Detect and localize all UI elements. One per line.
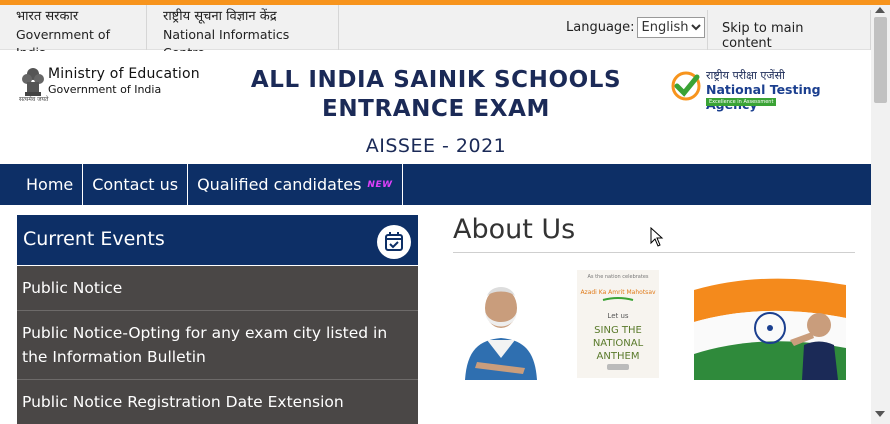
site-header: Ministry of Education Government of Indi…: [0, 51, 871, 164]
tricolour-flag-image: [694, 270, 846, 380]
gov-hindi-label: भारत सरकार: [16, 9, 79, 24]
nav-qualified-candidates[interactable]: Qualified candidates NEW: [188, 164, 403, 205]
prime-minister-photo: [457, 270, 545, 380]
emblem-motto: सत्यमेव जयते: [19, 96, 49, 103]
scrollbar-thumb[interactable]: [874, 17, 887, 103]
poster-line3: Let us: [607, 312, 628, 320]
current-events-panel: Current Events Public Notice Public Noti…: [17, 215, 418, 424]
about-divider: [453, 252, 855, 253]
poster-line5: NATIONAL: [593, 338, 644, 349]
exam-title-line2: ENTRANCE EXAM: [322, 96, 550, 122]
poster-line6: ANTHEM: [597, 351, 640, 362]
ministry-name: Ministry of Education: [48, 66, 200, 82]
about-us-title: About Us: [453, 214, 576, 245]
main-nav: Home Contact us Qualified candidates NEW: [0, 164, 871, 205]
current-events-title: Current Events: [23, 228, 165, 250]
nav-home[interactable]: Home: [0, 164, 84, 205]
scroll-down-arrow-icon[interactable]: [875, 411, 885, 417]
event-item[interactable]: Public Notice Registration Date Extensio…: [17, 380, 418, 424]
national-anthem-poster: As the nation celebrates Azadi Ka Amrit …: [577, 270, 659, 378]
poster-line4: SING THE: [594, 325, 642, 336]
mouse-pointer-icon: [650, 227, 664, 247]
poster-line2: Azadi Ka Amrit Mahotsav: [580, 289, 656, 296]
exam-title-line1: ALL INDIA SAINIK SCHOOLS: [250, 67, 622, 93]
nta-english-name: National Testing Agency: [706, 82, 821, 112]
nic-link[interactable]: राष्ट्रीय सूचना विज्ञान केंद्र National …: [147, 5, 339, 60]
poster-line1: As the nation celebrates: [587, 274, 648, 280]
nta-hindi-name: राष्ट्रीय परीक्षा एजेंसी: [706, 69, 785, 82]
skip-to-main-link[interactable]: Skip to main content: [707, 10, 871, 51]
nav-home-label: Home: [26, 175, 74, 194]
government-bar: भारत सरकार Government of India राष्ट्रीय…: [0, 5, 871, 60]
nta-tagline: Excellence in Assessment: [706, 98, 777, 106]
nav-qualified-label: Qualified candidates: [197, 175, 362, 194]
event-item[interactable]: Public Notice: [17, 266, 418, 311]
page-scrollbar[interactable]: [871, 5, 890, 424]
event-item[interactable]: Public Notice-Opting for any exam city l…: [17, 311, 418, 380]
language-select[interactable]: English: [636, 17, 705, 38]
language-label: Language:: [566, 20, 635, 35]
nav-contact-label: Contact us: [92, 175, 179, 194]
nav-contact-us[interactable]: Contact us: [83, 164, 189, 205]
scroll-up-arrow-icon[interactable]: [875, 7, 885, 13]
language-selector: Language: English: [566, 17, 705, 38]
exam-year: AISSEE - 2021: [365, 135, 507, 157]
calendar-check-icon: [377, 225, 411, 259]
nta-check-logo-icon: [671, 71, 701, 101]
current-events-header: Current Events: [17, 215, 418, 266]
ministry-sub: Government of India: [48, 83, 162, 96]
gov-of-india-link[interactable]: भारत सरकार Government of India: [0, 5, 147, 60]
nic-hindi-label: राष्ट्रीय सूचना विज्ञान केंद्र: [163, 9, 277, 24]
new-badge: NEW: [367, 179, 393, 190]
